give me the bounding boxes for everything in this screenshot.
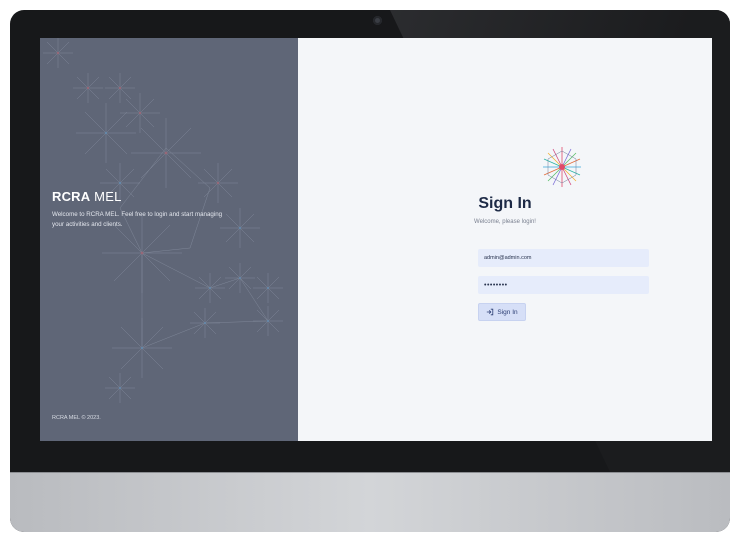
sign-in-arrow-icon xyxy=(487,308,494,316)
screen: RCRA MEL Welcome to RCRA MEL. Feel free … xyxy=(40,38,712,441)
sign-in-button-label: Sign In xyxy=(497,308,518,316)
left-panel: RCRA MEL Welcome to RCRA MEL. Feel free … xyxy=(40,38,298,441)
welcome-subtitle: Welcome, please login! xyxy=(474,219,536,225)
decorative-pattern xyxy=(43,38,283,403)
brand-title: RCRA MEL xyxy=(52,189,122,204)
camera-icon xyxy=(373,16,382,25)
login-panel: Sign In Welcome, please login! Sign In xyxy=(298,38,712,441)
sign-in-button[interactable]: Sign In xyxy=(478,303,526,321)
copyright-text: RCRA MEL © 2023. xyxy=(52,415,101,421)
sunburst-logo-icon xyxy=(543,147,581,187)
sign-in-title: Sign In xyxy=(478,195,532,212)
email-field[interactable] xyxy=(478,249,649,267)
brand-light: MEL xyxy=(90,189,122,204)
brand-strong: RCRA xyxy=(52,189,91,204)
monitor-chin xyxy=(10,472,730,532)
password-field[interactable] xyxy=(478,276,649,294)
monitor: RCRA MEL Welcome to RCRA MEL. Feel free … xyxy=(10,10,730,532)
welcome-tagline: Welcome to RCRA MEL. Feel free to login … xyxy=(52,211,223,228)
